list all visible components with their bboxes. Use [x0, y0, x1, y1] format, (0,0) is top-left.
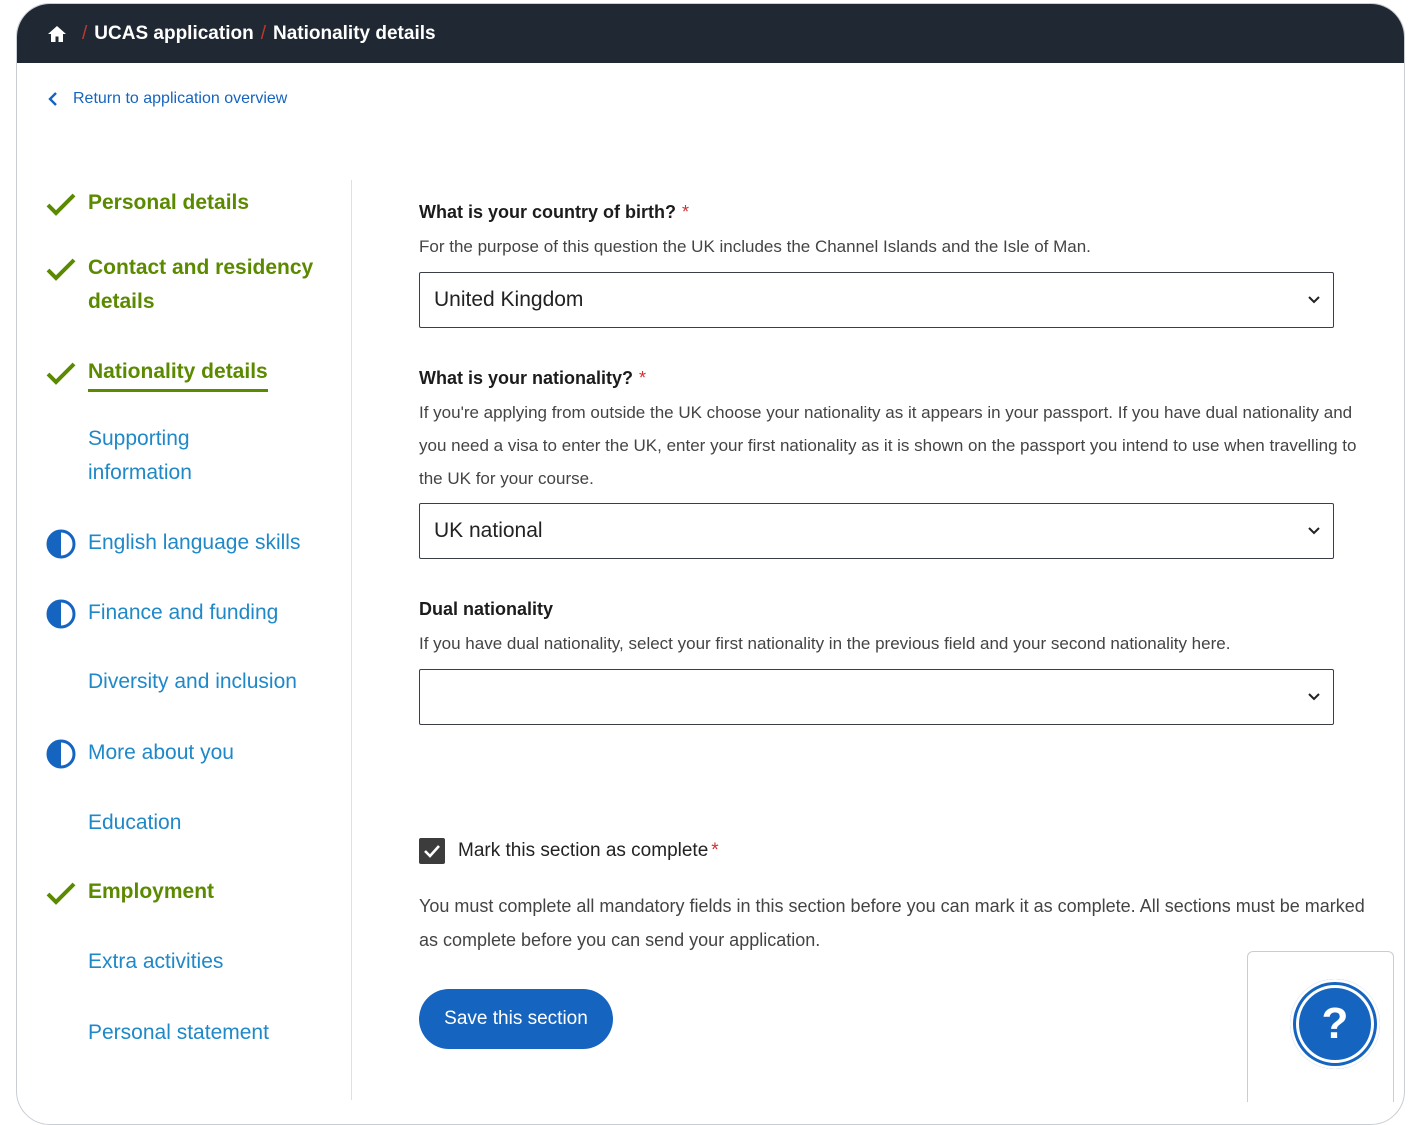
chevron-down-icon: [1308, 296, 1320, 304]
sidebar-item-label[interactable]: Personal statement: [88, 1016, 328, 1050]
breadcrumb-separator: /: [260, 22, 266, 44]
mark-complete-checkbox[interactable]: [419, 838, 445, 864]
breadcrumb: / UCAS application / Nationality details: [17, 4, 1404, 63]
half-circle-icon: [46, 529, 76, 559]
mark-complete-row: Mark this section as complete *: [419, 838, 719, 864]
save-section-button[interactable]: Save this section: [419, 989, 613, 1049]
country-of-birth-label: What is your country of birth? *: [419, 202, 689, 223]
dual-nationality-hint: If you have dual nationality, select you…: [419, 634, 1231, 653]
check-icon: [46, 258, 76, 281]
nationality-label: What is your nationality? *: [419, 368, 646, 389]
chevron-left-icon: [48, 92, 57, 106]
nationality-select[interactable]: UK national: [419, 503, 1334, 559]
completion-note: You must complete all mandatory fields i…: [419, 896, 1365, 950]
checkbox-text: Mark this section as complete: [458, 840, 709, 861]
return-to-overview-link[interactable]: Return to application overview: [47, 90, 287, 108]
country-of-birth-select[interactable]: United Kingdom: [419, 272, 1334, 328]
sidebar-item-label[interactable]: Supporting information: [88, 422, 248, 490]
return-link-label: Return to application overview: [73, 90, 288, 107]
chevron-down-icon: [1308, 693, 1320, 701]
question-text: What is your nationality?: [419, 368, 634, 388]
check-icon: [424, 845, 440, 858]
sidebar-item-label[interactable]: Contact and residency details: [88, 251, 328, 319]
sidebar-divider: [351, 180, 352, 1100]
sidebar-item-label[interactable]: English language skills: [88, 526, 328, 560]
required-mark: *: [682, 202, 690, 222]
sidebar-item-label[interactable]: Employment: [88, 875, 328, 909]
half-circle-icon: [46, 739, 76, 769]
breadcrumb-separator: /: [82, 22, 88, 44]
app-window: / UCAS application / Nationality details…: [16, 3, 1405, 1125]
sidebar-item-label[interactable]: Personal details: [88, 186, 328, 220]
required-mark: *: [711, 840, 719, 861]
breadcrumb-current: Nationality details: [272, 22, 436, 44]
check-icon: [46, 882, 76, 905]
select-value: UK national: [434, 519, 543, 542]
sidebar-item-label[interactable]: Diversity and inclusion: [88, 665, 328, 699]
dual-nationality-select[interactable]: [419, 669, 1334, 725]
sidebar-item-label[interactable]: Education: [88, 806, 328, 840]
required-mark: *: [639, 368, 647, 388]
sidebar-item-label[interactable]: Extra activities: [88, 945, 328, 979]
sidebar-item-label[interactable]: Finance and funding: [88, 596, 328, 630]
home-icon[interactable]: [47, 24, 67, 44]
help-icon: ?: [1296, 985, 1374, 1063]
dual-nationality-label: Dual nationality: [419, 599, 554, 619]
check-icon: [46, 193, 76, 216]
half-circle-icon: [46, 599, 76, 629]
question-text: What is your country of birth?: [419, 202, 676, 222]
breadcrumb-ucas-application[interactable]: UCAS application: [94, 23, 253, 45]
select-value: United Kingdom: [434, 288, 584, 311]
check-icon: [46, 362, 76, 385]
help-button[interactable]: ?: [1290, 979, 1380, 1069]
mark-complete-label: Mark this section as complete *: [458, 840, 719, 862]
sidebar-item-label[interactable]: More about you: [88, 736, 328, 770]
chevron-down-icon: [1308, 527, 1320, 535]
country-of-birth-hint: For the purpose of this question the UK …: [419, 237, 1091, 256]
nationality-hint: If you're applying from outside the UK c…: [419, 403, 1357, 488]
sidebar-item-label[interactable]: Nationality details: [88, 355, 268, 392]
